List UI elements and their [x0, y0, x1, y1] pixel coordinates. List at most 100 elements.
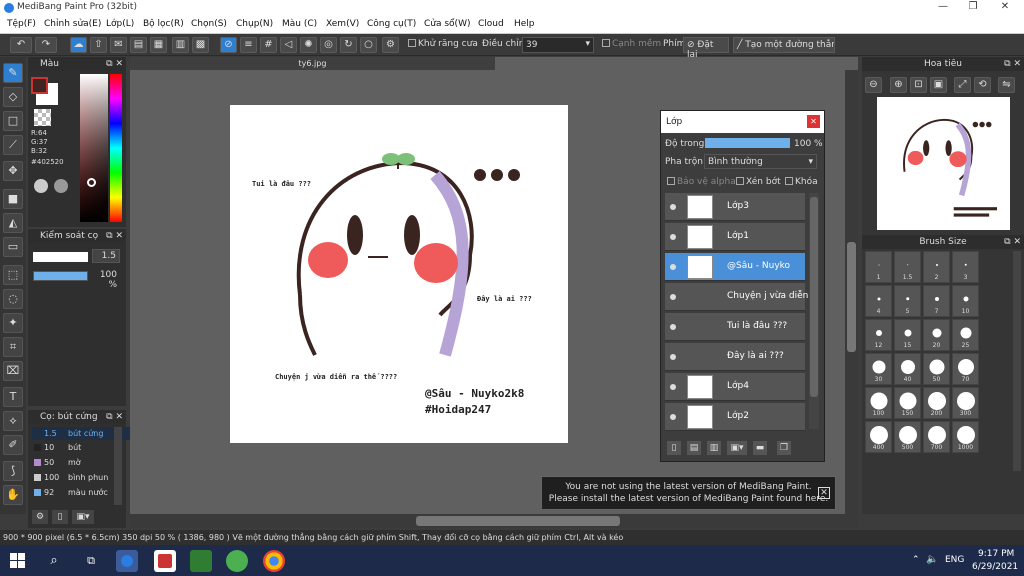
- brush-size-cell[interactable]: 10: [952, 285, 979, 317]
- layer-row[interactable]: Lớp2: [665, 403, 805, 431]
- fit-icon[interactable]: ⊡: [910, 77, 927, 93]
- brush-list-scrollbar[interactable]: [114, 427, 122, 505]
- brush-size-cell[interactable]: 20: [923, 319, 950, 351]
- folder-icon[interactable]: ▬: [753, 441, 767, 455]
- grid-icon[interactable]: ▦: [150, 37, 167, 53]
- brush-size-cell[interactable]: 2: [923, 251, 950, 283]
- blend-select[interactable]: Bình thường ▾: [704, 154, 817, 169]
- menu-filter[interactable]: Bộ lọc(R): [143, 19, 184, 29]
- undo-icon[interactable]: ↶: [10, 37, 32, 53]
- radial-icon[interactable]: ✺: [300, 37, 317, 53]
- panel-close-icon[interactable]: ⧉ ✕: [1004, 57, 1021, 71]
- select-pen-tool-icon[interactable]: ⌗: [3, 337, 23, 357]
- rotate-icon[interactable]: ⤢: [954, 77, 971, 93]
- brush-size-cell[interactable]: 150: [894, 387, 921, 419]
- visibility-icon[interactable]: [670, 384, 676, 390]
- redo-icon[interactable]: ↷: [35, 37, 57, 53]
- move-tool-icon[interactable]: ✥: [3, 161, 23, 181]
- share-icon[interactable]: ⇧: [90, 37, 107, 53]
- brush-size-cell[interactable]: 3: [952, 251, 979, 283]
- zoom-out-icon[interactable]: ⊖: [865, 77, 882, 93]
- new-halftone-layer-icon[interactable]: ▤: [687, 441, 701, 455]
- menu-capture[interactable]: Chụp(N): [236, 19, 273, 29]
- chrome-taskbar-icon[interactable]: [263, 550, 285, 572]
- layer-opacity-slider[interactable]: [705, 138, 790, 148]
- reset-rotate-icon[interactable]: ⟲: [974, 77, 991, 93]
- brush-size-cell[interactable]: 300: [952, 387, 979, 419]
- actual-size-icon[interactable]: ▣: [930, 77, 947, 93]
- clock-time[interactable]: 9:17 PM: [978, 549, 1014, 559]
- panel-close-icon[interactable]: ⧉ ✕: [106, 229, 123, 243]
- gradient-tool-icon[interactable]: ▭: [3, 237, 23, 257]
- vertical-scrollbar[interactable]: [845, 70, 858, 514]
- text-icon[interactable]: ▤: [130, 37, 147, 53]
- brush-size-cell[interactable]: 40: [894, 353, 921, 385]
- horizontal-scrollbar[interactable]: [130, 514, 858, 528]
- foreground-color-swatch[interactable]: [31, 77, 48, 94]
- brush-size-cell[interactable]: 25: [952, 319, 979, 351]
- menu-help[interactable]: Help: [514, 19, 535, 29]
- artwork-canvas[interactable]: Tui là đâu ??? Đây là ai ??? Chuyện j vừ…: [230, 105, 568, 443]
- line-tool-icon[interactable]: ⟋: [3, 135, 23, 155]
- saturation-field[interactable]: [80, 74, 108, 222]
- brush-size-cell[interactable]: 4: [865, 285, 892, 317]
- select-eraser-tool-icon[interactable]: ⌧: [3, 361, 23, 381]
- close-icon[interactable]: ✕: [990, 1, 1020, 15]
- excel-taskbar-icon[interactable]: [190, 550, 212, 572]
- palette-icon[interactable]: [34, 179, 48, 193]
- cloud-icon[interactable]: ☁: [70, 37, 87, 53]
- duplicate-layer-icon[interactable]: ❐: [777, 441, 791, 455]
- menu-cloud[interactable]: Cloud: [478, 19, 504, 29]
- layer-row[interactable]: Chuyện j vừa diễn: [665, 283, 808, 311]
- curve-snap-icon[interactable]: ↻: [340, 37, 357, 53]
- palette-alt-icon[interactable]: [54, 179, 68, 193]
- ring-icon[interactable]: ○: [360, 37, 377, 53]
- brush-size-cell[interactable]: 15: [894, 319, 921, 351]
- brush-size-cell[interactable]: 1.5: [894, 251, 921, 283]
- protect-alpha-checkbox[interactable]: Bảo vệ alpha: [667, 177, 736, 187]
- set-button[interactable]: ⊘ Đặt lại: [683, 37, 729, 60]
- brush-size-cell[interactable]: 12: [865, 319, 892, 351]
- brush-size-cell[interactable]: 5: [894, 285, 921, 317]
- brush-tool-icon[interactable]: ✎: [3, 63, 23, 83]
- menu-select[interactable]: Chọn(S): [191, 19, 227, 29]
- lock-checkbox[interactable]: Khóa: [785, 177, 818, 187]
- brush-menu-icon[interactable]: ▣▾: [72, 510, 94, 524]
- brush-size-slider[interactable]: [33, 252, 88, 262]
- antialias-checkbox[interactable]: Khử răng cưa: [408, 39, 478, 49]
- brush-size-cell[interactable]: 1: [865, 251, 892, 283]
- clock-date[interactable]: 6/29/2021: [972, 562, 1018, 572]
- select-tool-icon[interactable]: ⬚: [3, 265, 23, 285]
- new-brush-icon[interactable]: ▯: [52, 510, 68, 524]
- snap-off-icon[interactable]: ⊘: [220, 37, 237, 53]
- eraser-tool-icon[interactable]: ◇: [3, 87, 23, 107]
- text-tool-icon[interactable]: T: [3, 387, 23, 407]
- comment-icon[interactable]: ✉: [110, 37, 127, 53]
- magic-wand-tool-icon[interactable]: ✦: [3, 313, 23, 333]
- settings-icon[interactable]: ⚙: [382, 37, 399, 53]
- layer-row[interactable]: Lớp4: [665, 373, 805, 401]
- volume-icon[interactable]: 🔈: [926, 554, 938, 565]
- zalo-taskbar-icon[interactable]: [226, 550, 248, 572]
- layer-row[interactable]: Lớp3: [665, 193, 805, 221]
- hue-slider[interactable]: [110, 74, 122, 222]
- layer-row[interactable]: Tui là đâu ???: [665, 313, 805, 341]
- pen-tool-icon[interactable]: ✐: [3, 435, 23, 455]
- brush-size-cell[interactable]: 400: [865, 421, 892, 453]
- fill-rect-tool-icon[interactable]: ■: [3, 189, 23, 209]
- app-taskbar-icon[interactable]: [154, 550, 176, 572]
- perspective-icon[interactable]: ◁: [280, 37, 297, 53]
- document-tab[interactable]: ty6.jpg: [130, 57, 495, 70]
- layer-row[interactable]: @Sâu - Nuyko: [665, 253, 805, 281]
- menu-window[interactable]: Cửa sổ(W): [424, 19, 470, 29]
- brush-size-cell[interactable]: 500: [894, 421, 921, 453]
- menu-file[interactable]: Tệp(F): [7, 19, 36, 29]
- visibility-icon[interactable]: [670, 264, 676, 270]
- brush-size-cell[interactable]: 700: [923, 421, 950, 453]
- panel-close-icon[interactable]: ⧉ ✕: [106, 57, 123, 71]
- brush-size-value[interactable]: 1.5: [92, 249, 120, 263]
- visibility-icon[interactable]: [670, 204, 676, 210]
- menu-color[interactable]: Màu (C): [282, 19, 317, 29]
- menu-layer[interactable]: Lớp(L): [106, 19, 134, 29]
- parallel-snap-icon[interactable]: ≡: [240, 37, 257, 53]
